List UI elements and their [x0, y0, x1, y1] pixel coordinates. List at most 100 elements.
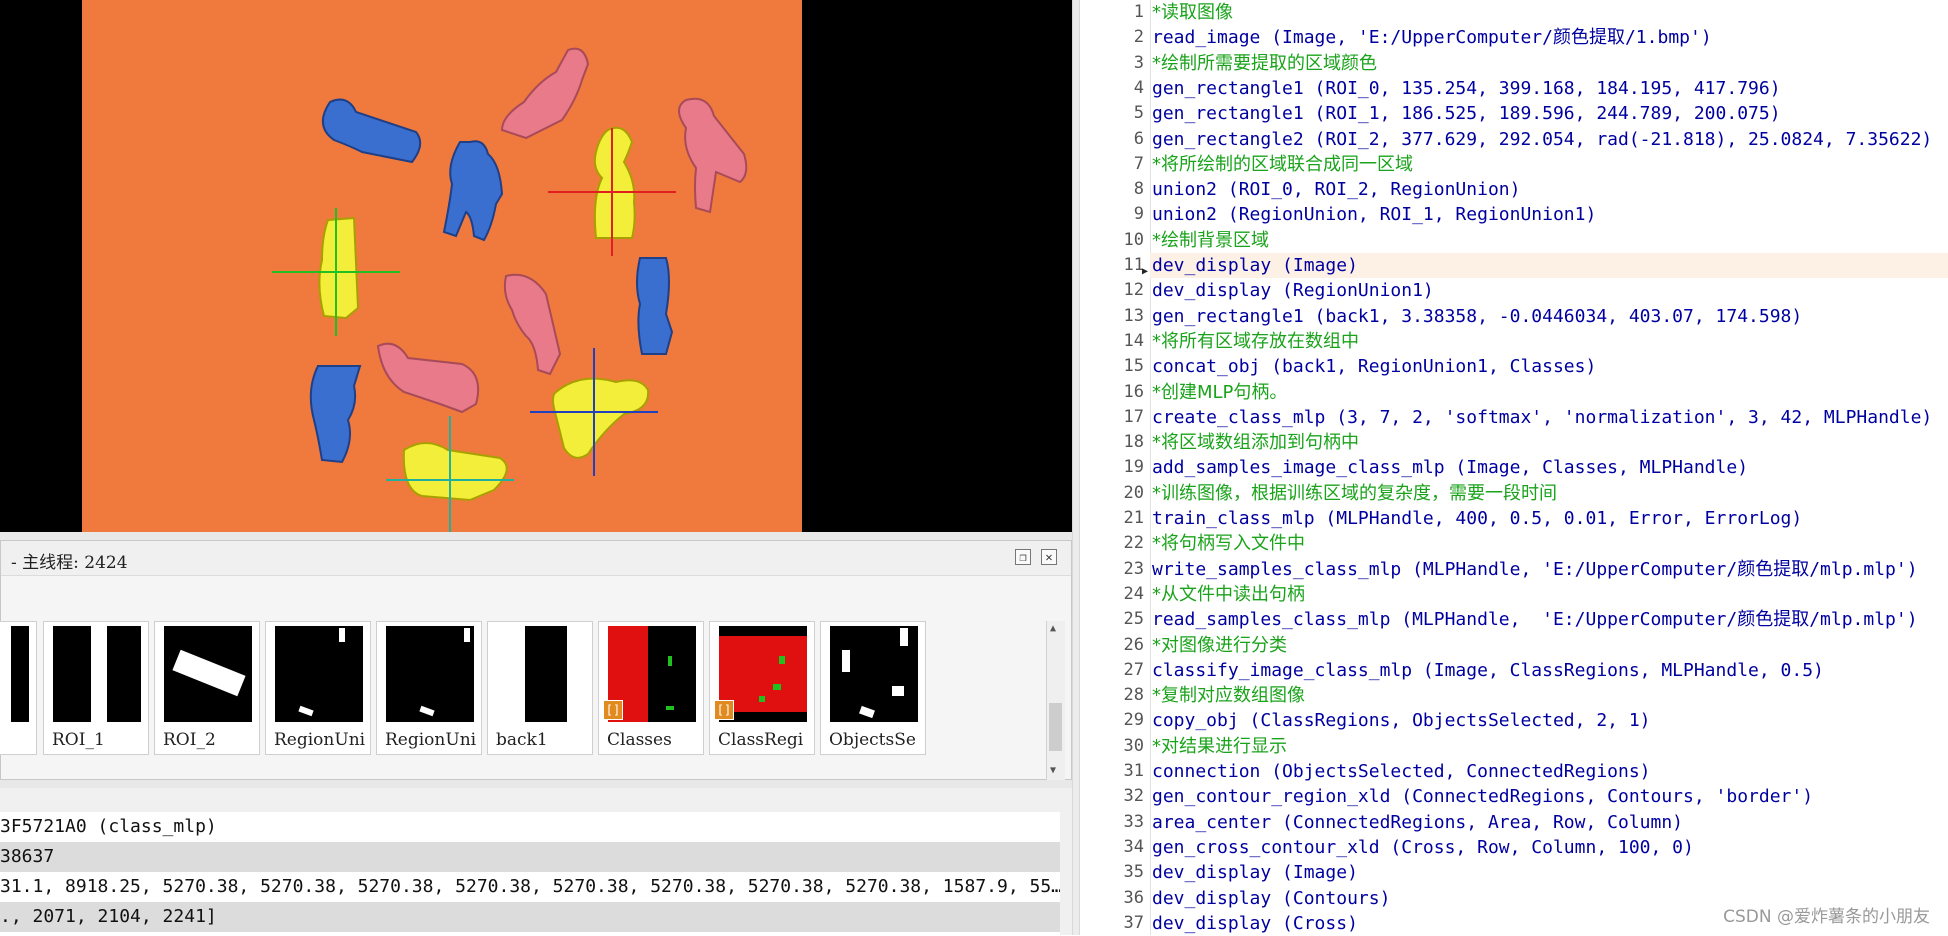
line-number[interactable]: 5 — [1104, 103, 1144, 123]
code-comment-line[interactable]: *对结果进行显示 — [1150, 734, 1287, 759]
code-line[interactable]: classify_image_class_mlp (Image, ClassRe… — [1150, 658, 1824, 683]
code-line[interactable]: dev_display (Image) — [1150, 860, 1358, 885]
code-comment-line[interactable]: *从文件中读出句柄 — [1150, 582, 1305, 607]
code-comment-line[interactable]: *将句柄写入文件中 — [1150, 531, 1305, 556]
line-number[interactable]: 20 — [1104, 483, 1144, 503]
code-line[interactable]: gen_rectangle1 (ROI_0, 135.254, 399.168,… — [1150, 76, 1781, 101]
code-line[interactable]: dev_display (Cross) — [1150, 911, 1358, 936]
variable-row[interactable]: 38637 — [0, 842, 1060, 872]
watermark: CSDN @爱炸薯条的小朋友 — [1723, 907, 1930, 927]
line-number[interactable]: 25 — [1104, 609, 1144, 629]
code-line[interactable]: gen_rectangle1 (ROI_1, 186.525, 189.596,… — [1150, 101, 1781, 126]
close-icon[interactable]: ✕ — [1041, 549, 1057, 565]
vertical-splitter[interactable] — [1072, 0, 1080, 935]
line-number[interactable]: 17 — [1104, 407, 1144, 427]
line-number[interactable]: 31 — [1104, 761, 1144, 781]
code-line[interactable]: concat_obj (back1, RegionUnion1, Classes… — [1150, 354, 1596, 379]
variable-row[interactable]: 31.1, 8918.25, 5270.38, 5270.38, 5270.38… — [0, 872, 1060, 902]
thumbnail-back1[interactable]: back1 — [487, 621, 593, 755]
variable-row[interactable]: 3F5721A0 (class_mlp) — [0, 812, 1060, 842]
line-number[interactable]: 14 — [1104, 331, 1144, 351]
code-comment-line[interactable]: *创建MLP句柄。 — [1150, 380, 1287, 405]
line-number[interactable]: 9 — [1104, 204, 1144, 224]
code-line[interactable]: gen_rectangle2 (ROI_2, 377.629, 292.054,… — [1150, 127, 1932, 152]
thumbnail-regionunion1[interactable]: RegionUni — [376, 621, 482, 755]
thumbnail-classes[interactable]: [] Classes — [598, 621, 704, 755]
variable-window-scrollbar[interactable]: ▲ ▼ — [1046, 621, 1065, 781]
thumbnail-label: ClassRegi — [718, 730, 804, 750]
line-number[interactable]: 23 — [1104, 559, 1144, 579]
line-number[interactable]: 22 — [1104, 533, 1144, 553]
thumbnail-roi-1[interactable]: ROI_1 — [43, 621, 149, 755]
variable-row[interactable]: ., 2071, 2104, 2241] — [0, 902, 1060, 932]
line-number[interactable]: 21 — [1104, 508, 1144, 528]
line-number[interactable]: 15 — [1104, 356, 1144, 376]
scrollbar-thumb[interactable] — [1049, 703, 1062, 751]
line-number[interactable]: 2 — [1104, 27, 1144, 47]
scroll-up-icon[interactable]: ▲ — [1050, 623, 1056, 634]
code-comment-line[interactable]: *将区域数组添加到句柄中 — [1150, 430, 1359, 455]
line-number[interactable]: 1 — [1104, 2, 1144, 22]
line-number[interactable]: 24 — [1104, 584, 1144, 604]
code-line[interactable]: union2 (RegionUnion, ROI_1, RegionUnion1… — [1150, 202, 1596, 227]
line-number[interactable]: 35 — [1104, 862, 1144, 882]
line-number[interactable]: 6 — [1104, 129, 1144, 149]
line-number[interactable]: 32 — [1104, 786, 1144, 806]
code-line[interactable]: gen_contour_region_xld (ConnectedRegions… — [1150, 784, 1813, 809]
program-editor[interactable]: 1 2 3 4 5 6 7 8 9 10 11 12 13 14 15 16 17 18 19 20 21 22 23 24 2… — [1080, 0, 1948, 935]
line-number[interactable]: 3 — [1104, 53, 1144, 73]
code-line[interactable]: gen_rectangle1 (back1, 3.38358, -0.04460… — [1150, 304, 1802, 329]
line-number[interactable]: 28 — [1104, 685, 1144, 705]
line-number[interactable]: 36 — [1104, 888, 1144, 908]
code-comment-line[interactable]: *绘制背景区域 — [1150, 228, 1269, 253]
line-number[interactable]: 11 — [1104, 255, 1144, 275]
code-line[interactable]: area_center (ConnectedRegions, Area, Row… — [1150, 810, 1683, 835]
thumbnail-objectsselected[interactable]: ObjectsSe — [820, 621, 926, 755]
code-line[interactable]: read_samples_class_mlp (MLPHandle, 'E:/U… — [1150, 607, 1918, 632]
thumbnail-classregions[interactable]: [] ClassRegi — [709, 621, 815, 755]
horizontal-splitter[interactable] — [0, 532, 1072, 540]
thumbnail-roi-2[interactable]: ROI_2 — [154, 621, 260, 755]
line-number[interactable]: 4 — [1104, 78, 1144, 98]
restore-icon[interactable]: ❐ — [1015, 549, 1031, 565]
code-line[interactable]: union2 (ROI_0, ROI_2, RegionUnion) — [1150, 177, 1520, 202]
code-line[interactable]: add_samples_image_class_mlp (Image, Clas… — [1150, 455, 1748, 480]
code-comment-line[interactable]: *复制对应数组图像 — [1150, 683, 1305, 708]
line-number[interactable]: 19 — [1104, 457, 1144, 477]
thumbnail-partial[interactable] — [0, 621, 37, 755]
line-number[interactable]: 10 — [1104, 230, 1144, 250]
line-number[interactable]: 26 — [1104, 635, 1144, 655]
thumbnail-regionunion[interactable]: RegionUni — [265, 621, 371, 755]
line-number[interactable]: 30 — [1104, 736, 1144, 756]
code-comment-line[interactable]: *读取图像 — [1150, 0, 1233, 25]
graphics-window[interactable] — [0, 0, 1072, 532]
line-number[interactable]: 12 — [1104, 280, 1144, 300]
code-line[interactable]: write_samples_class_mlp (MLPHandle, 'E:/… — [1150, 557, 1918, 582]
code-comment-line[interactable]: *绘制所需要提取的区域颜色 — [1150, 51, 1377, 76]
code-line[interactable]: read_image (Image, 'E:/UpperComputer/颜色提… — [1150, 25, 1712, 50]
line-number[interactable]: 13 — [1104, 306, 1144, 326]
code-line[interactable]: train_class_mlp (MLPHandle, 400, 0.5, 0.… — [1150, 506, 1802, 531]
line-number[interactable]: 8 — [1104, 179, 1144, 199]
line-number[interactable]: 7 — [1104, 154, 1144, 174]
line-number[interactable]: 29 — [1104, 710, 1144, 730]
code-line[interactable]: gen_cross_contour_xld (Cross, Row, Colum… — [1150, 835, 1694, 860]
code-line[interactable]: copy_obj (ClassRegions, ObjectsSelected,… — [1150, 708, 1651, 733]
line-number[interactable]: 27 — [1104, 660, 1144, 680]
code-line[interactable]: dev_display (Contours) — [1150, 886, 1390, 911]
line-number[interactable]: 34 — [1104, 837, 1144, 857]
code-line[interactable]: connection (ObjectsSelected, ConnectedRe… — [1150, 759, 1651, 784]
code-comment-line[interactable]: *将所绘制的区域联合成同一区域 — [1150, 152, 1413, 177]
line-number[interactable]: 37 — [1104, 913, 1144, 933]
scroll-down-icon[interactable]: ▼ — [1050, 765, 1056, 776]
code-line[interactable]: dev_display (RegionUnion1) — [1150, 278, 1434, 303]
line-number[interactable]: 33 — [1104, 812, 1144, 832]
horizontal-splitter-2[interactable] — [0, 780, 1072, 788]
code-comment-line[interactable]: *对图像进行分类 — [1150, 633, 1287, 658]
line-number[interactable]: 16 — [1104, 382, 1144, 402]
code-comment-line[interactable]: *训练图像，根据训练区域的复杂度，需要一段时间 — [1150, 481, 1557, 506]
line-number[interactable]: 18 — [1104, 432, 1144, 452]
code-line[interactable]: dev_display (Image) — [1150, 253, 1948, 278]
code-line[interactable]: create_class_mlp (3, 7, 2, 'softmax', 'n… — [1150, 405, 1932, 430]
code-comment-line[interactable]: *将所有区域存放在数组中 — [1150, 329, 1359, 354]
